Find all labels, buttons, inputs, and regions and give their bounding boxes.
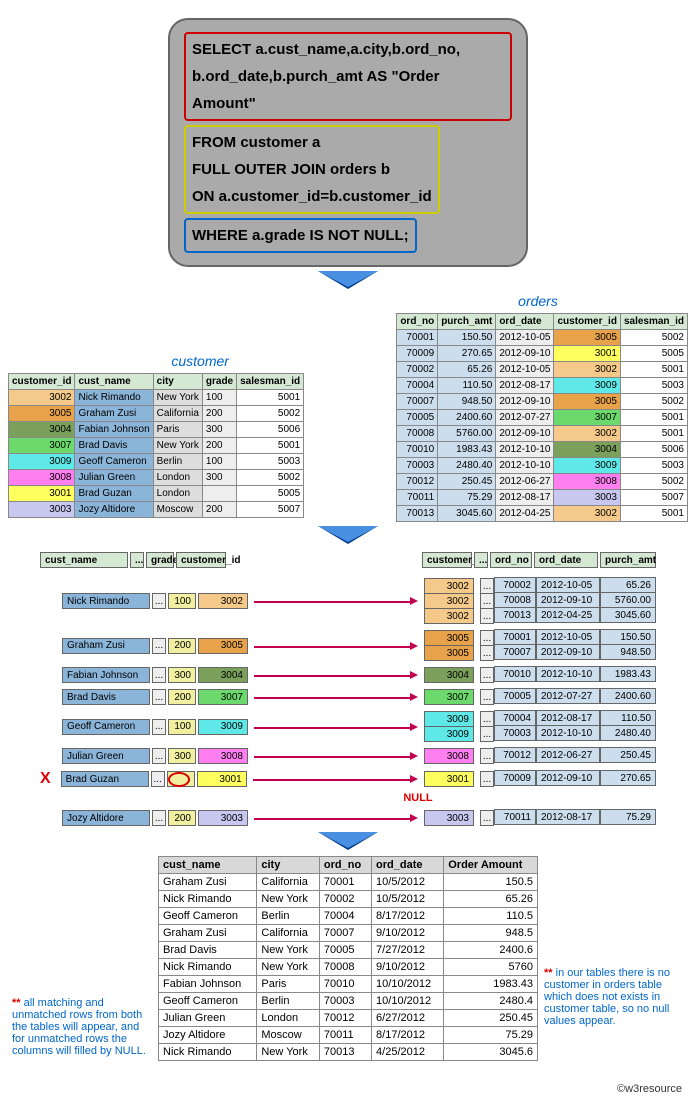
col-header: ord_date (372, 857, 444, 874)
join-diagram: cust_name ... grade customer_id customer… (40, 552, 656, 826)
table-row: Nick RimandoNew York700089/10/20125760 (159, 959, 538, 976)
col-header: cust_name (159, 857, 257, 874)
join-row: Graham Zusi...200300530053005...70001201… (40, 630, 656, 661)
table-row: 7000265.262012-10-0530025001 (397, 362, 688, 378)
sql-select-line1: SELECT a.cust_name,a.city,b.ord_no, (192, 41, 460, 58)
col-header: city (153, 374, 202, 390)
col-header: ord_no (319, 857, 371, 874)
join-row: Nick Rimando...1003002300230023002...700… (40, 578, 656, 624)
join-arrow (254, 696, 418, 698)
table-row: 700032480.402012-10-1030095003 (397, 458, 688, 474)
table-row: 700101983.432012-10-1030045006 (397, 442, 688, 458)
table-row: 7001175.292012-08-1730035007 (397, 490, 688, 506)
table-row: 700052400.602012-07-2730075001 (397, 410, 688, 426)
join-arrow (254, 726, 418, 728)
table-row: 3009Geoff CameronBerlin1005003 (9, 454, 304, 470)
table-row: 3005Graham ZusiCalifornia2005002 (9, 406, 304, 422)
exclude-mark: X (40, 770, 51, 788)
table-row: Brad DavisNew York700057/27/20122400.6 (159, 942, 538, 959)
col-header: Order Amount (444, 857, 538, 874)
join-row: Julian Green...30030083008...700122012-0… (40, 748, 656, 764)
col-header: salesman_id (237, 374, 304, 390)
col-header: salesman_id (620, 314, 687, 330)
table-row: Graham ZusiCalifornia7000110/5/2012150.5 (159, 874, 538, 891)
table-row: 70007948.502012-09-1030055002 (397, 394, 688, 410)
table-row: 3001Brad GuzanLondon5005 (9, 486, 304, 502)
col-grade: grade (146, 552, 174, 568)
join-arrow (254, 755, 418, 757)
table-row: Nick RimandoNew York700134/25/20123045.6 (159, 1044, 538, 1061)
orders-label: orders (388, 293, 688, 309)
col-header: purch_amt (438, 314, 496, 330)
table-row: 70004110.502012-08-1730095003 (397, 378, 688, 394)
join-arrow (253, 778, 418, 780)
table-row: 3003Jozy AltidoreMoscow2005007 (9, 502, 304, 518)
sql-where-line: WHERE a.grade IS NOT NULL; (192, 227, 409, 244)
sql-select-line2: b.ord_date,b.purch_amt AS "Order Amount" (192, 68, 439, 112)
table-row: Graham ZusiCalifornia700079/10/2012948.5 (159, 925, 538, 942)
join-arrow (254, 674, 418, 676)
col-cust-name: cust_name (40, 552, 128, 568)
sql-from-line1: FROM customer a (192, 134, 320, 151)
col-header: customer_id (9, 374, 75, 390)
join-arrow (254, 600, 418, 602)
customer-label: customer (8, 353, 392, 369)
col-customer-id: customer_id (176, 552, 226, 568)
note-right: ** in our tables there is no customer in… (544, 967, 684, 1027)
col-purch-amt: purch_amt (600, 552, 656, 568)
arrow-icon (318, 832, 378, 850)
table-row: Julian GreenLondon700126/27/2012250.45 (159, 1010, 538, 1027)
col-header: cust_name (75, 374, 153, 390)
table-row: Geoff CameronBerlin7000310/10/20122480.4 (159, 993, 538, 1010)
table-row: 3008Julian GreenLondon3005002 (9, 470, 304, 486)
null-label: NULL (180, 792, 656, 804)
join-row: Brad Davis...20030073007...700052012-07-… (40, 689, 656, 705)
table-row: Geoff CameronBerlin700048/17/2012110.5 (159, 908, 538, 925)
table-row: 3002Nick RimandoNew York1005001 (9, 390, 304, 406)
table-row: 70012250.452012-06-2730085002 (397, 474, 688, 490)
table-row: 3004Fabian JohnsonParis3005006 (9, 422, 304, 438)
join-row: Jozy Altidore...20030033003...700112012-… (40, 810, 656, 826)
sql-from-line2: FULL OUTER JOIN orders b (192, 161, 390, 178)
sql-from-line3: ON a.customer_id=b.customer_id (192, 188, 432, 205)
note-left: ** all matching and unmatched rows from … (12, 997, 152, 1057)
table-row: 700085760.002012-09-1030025001 (397, 426, 688, 442)
sql-query-box: SELECT a.cust_name,a.city,b.ord_no, b.or… (168, 18, 528, 267)
customer-table: customer_idcust_namecitygradesalesman_id… (8, 373, 304, 518)
col-header: grade (202, 374, 236, 390)
table-row: 3007Brad DavisNew York2005001 (9, 438, 304, 454)
table-row: 70009270.652012-09-1030015005 (397, 346, 688, 362)
col-ellipsis: ... (130, 552, 144, 568)
join-arrow (254, 817, 418, 819)
table-row: Fabian JohnsonParis7001010/10/20121983.4… (159, 976, 538, 993)
col-header: ord_date (496, 314, 554, 330)
col-customer-id: customer_id (422, 552, 472, 568)
footer-credit: ©w3resource (617, 1083, 682, 1095)
join-row: Geoff Cameron...100300930093009...700042… (40, 711, 656, 742)
col-header: city (257, 857, 320, 874)
table-row: Nick RimandoNew York7000210/5/201265.26 (159, 891, 538, 908)
join-row: Fabian Johnson...30030043004...700102012… (40, 667, 656, 683)
arrow-icon (318, 271, 378, 289)
arrow-icon (318, 526, 378, 544)
col-ord-no: ord_no (490, 552, 532, 568)
table-row: 700133045.602012-04-2530025001 (397, 506, 688, 522)
table-row: Jozy AltidoreMoscow700118/17/201275.29 (159, 1027, 538, 1044)
col-header: ord_no (397, 314, 438, 330)
col-ord-date: ord_date (534, 552, 598, 568)
col-header: customer_id (554, 314, 620, 330)
table-row: 70001150.502012-10-0530055002 (397, 330, 688, 346)
join-arrow (254, 645, 418, 647)
join-row: XBrad Guzan... 30013001...700092012-09-1… (40, 770, 656, 788)
orders-table: ord_nopurch_amtord_datecustomer_idsalesm… (396, 313, 688, 522)
result-table: cust_namecityord_noord_dateOrder AmountG… (158, 856, 538, 1061)
col-ellipsis: ... (474, 552, 488, 568)
